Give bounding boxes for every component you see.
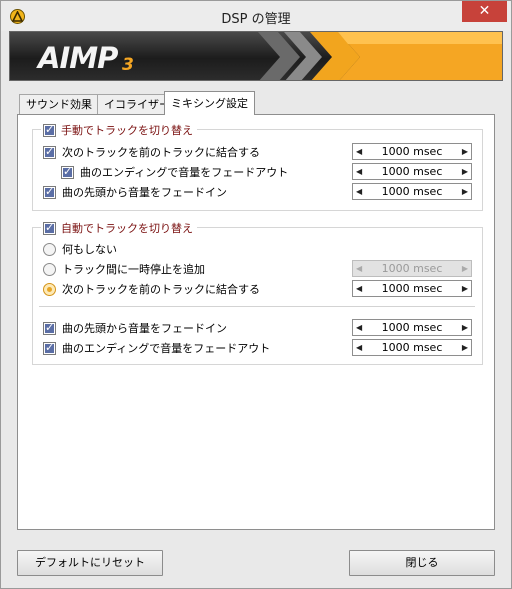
aimp-logo-version: 3	[122, 55, 134, 75]
manual-switch-title[interactable]: 手動でトラックを切り替え	[41, 122, 197, 138]
auto-pause-label: トラック間に一時停止を追加	[62, 263, 205, 276]
spin-increment-icon[interactable]: ▶	[462, 187, 468, 196]
auto-crossfade-value: 1000 msec	[381, 282, 443, 295]
manual-fadein-value: 1000 msec	[381, 185, 443, 198]
manual-crossfade-value: 1000 msec	[381, 145, 443, 158]
auto-nothing-option[interactable]: 何もしない	[43, 241, 117, 257]
banner-chevrons-decoration	[258, 32, 502, 80]
window-title: DSP の管理	[221, 12, 291, 27]
manual-crossfade-label: 次のトラックを前のトラックに結合する	[62, 146, 260, 159]
manual-crossfade-spin[interactable]: ◀ 1000 msec ▶	[352, 143, 472, 160]
close-icon: ✕	[478, 3, 491, 19]
auto-fadeout-label: 曲のエンディングで音量をフェードアウト	[62, 342, 271, 355]
spin-decrement-icon[interactable]: ◀	[356, 323, 362, 332]
auto-nothing-label: 何もしない	[62, 243, 117, 256]
spin-decrement-icon[interactable]: ◀	[356, 147, 362, 156]
spin-increment-icon[interactable]: ▶	[462, 323, 468, 332]
spin-decrement-icon[interactable]: ◀	[356, 284, 362, 293]
manual-fadeout-option[interactable]: 曲のエンディングで音量をフェードアウト	[61, 164, 288, 180]
dsp-window: DSP の管理 ✕ AIMP 3 サウンド効果 イコライザー ミキシング設定 手…	[0, 0, 512, 589]
auto-crossfade-label: 次のトラックを前のトラックに結合する	[62, 283, 260, 296]
spin-increment-icon: ▶	[461, 264, 468, 273]
spin-decrement-icon[interactable]: ◀	[356, 343, 362, 352]
aimp-logo: AIMP	[38, 41, 118, 75]
auto-fadeout-spin[interactable]: ◀ 1000 msec ▶	[352, 339, 472, 356]
title-bar: DSP の管理 ✕	[1, 1, 511, 31]
auto-switch-title[interactable]: 自動でトラックを切り替え	[41, 220, 197, 236]
manual-fadeout-value: 1000 msec	[381, 165, 443, 178]
manual-switch-checkbox[interactable]	[43, 123, 56, 137]
manual-switch-label: 手動でトラックを切り替え	[61, 124, 193, 137]
auto-fadein-option[interactable]: 曲の先頭から音量をフェードイン	[43, 320, 227, 336]
reset-defaults-button[interactable]: デフォルトにリセット	[17, 550, 163, 576]
aimp-banner: AIMP 3	[9, 31, 503, 81]
spin-decrement-icon[interactable]: ◀	[356, 167, 362, 176]
manual-fadeout-label: 曲のエンディングで音量をフェードアウト	[80, 166, 289, 179]
auto-switch-label: 自動でトラックを切り替え	[61, 222, 193, 235]
manual-fadein-checkbox[interactable]	[43, 185, 56, 199]
auto-fadein-value: 1000 msec	[381, 321, 443, 334]
tab-mixing-settings[interactable]: ミキシング設定	[164, 91, 255, 115]
auto-crossfade-radio[interactable]	[43, 282, 56, 296]
manual-crossfade-option[interactable]: 次のトラックを前のトラックに結合する	[43, 144, 260, 160]
manual-crossfade-checkbox[interactable]	[43, 145, 56, 159]
spin-increment-icon[interactable]: ▶	[462, 167, 468, 176]
auto-nothing-radio[interactable]	[43, 242, 56, 256]
spin-increment-icon[interactable]: ▶	[462, 284, 468, 293]
auto-fadeout-value: 1000 msec	[381, 341, 443, 354]
close-button[interactable]: 閉じる	[349, 550, 495, 576]
auto-fadeout-option[interactable]: 曲のエンディングで音量をフェードアウト	[43, 340, 270, 356]
auto-crossfade-spin[interactable]: ◀ 1000 msec ▶	[352, 280, 472, 297]
manual-fadein-label: 曲の先頭から音量をフェードイン	[62, 186, 227, 199]
spin-decrement-icon[interactable]: ◀	[356, 187, 362, 196]
auto-pause-value: 1000 msec	[381, 262, 443, 275]
auto-fadeout-checkbox[interactable]	[43, 341, 56, 355]
manual-fadeout-spin[interactable]: ◀ 1000 msec ▶	[352, 163, 472, 180]
manual-fadein-spin[interactable]: ◀ 1000 msec ▶	[352, 183, 472, 200]
close-window-button[interactable]: ✕	[462, 1, 507, 22]
auto-separator	[39, 306, 475, 307]
auto-fadein-checkbox[interactable]	[43, 321, 56, 335]
auto-pause-option[interactable]: トラック間に一時停止を追加	[43, 261, 205, 277]
manual-fadeout-checkbox[interactable]	[61, 165, 74, 179]
auto-fadein-label: 曲の先頭から音量をフェードイン	[62, 322, 227, 335]
auto-pause-spin: ◀ 1000 msec ▶	[352, 260, 472, 277]
auto-switch-checkbox[interactable]	[43, 221, 56, 235]
spin-decrement-icon: ◀	[356, 264, 363, 273]
auto-fadein-spin[interactable]: ◀ 1000 msec ▶	[352, 319, 472, 336]
auto-crossfade-option[interactable]: 次のトラックを前のトラックに結合する	[43, 281, 260, 297]
manual-fadein-option[interactable]: 曲の先頭から音量をフェードイン	[43, 184, 227, 200]
tab-sound-effects[interactable]: サウンド効果	[19, 94, 99, 115]
spin-increment-icon[interactable]: ▶	[462, 147, 468, 156]
auto-pause-radio[interactable]	[43, 262, 56, 276]
spin-increment-icon[interactable]: ▶	[462, 343, 468, 352]
